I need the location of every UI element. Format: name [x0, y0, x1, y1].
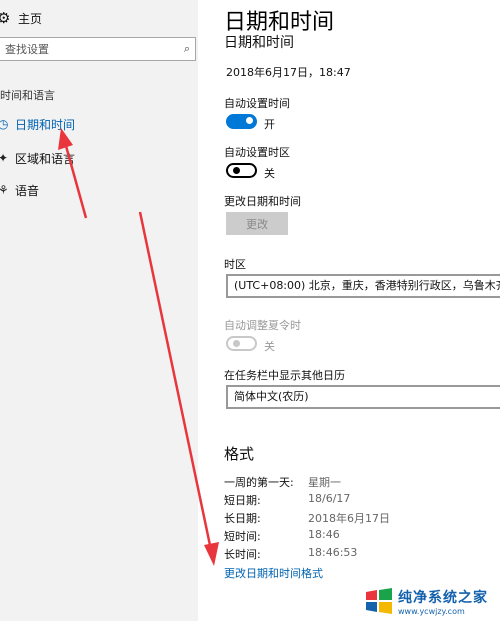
windows-logo-icon: [366, 588, 392, 614]
calendars-label: 在任务栏中显示其他日历: [224, 369, 345, 382]
watermark-logo: 纯净系统之家 www.ycwjzy.com: [364, 584, 498, 618]
search-box[interactable]: ⌕: [0, 37, 196, 61]
dst-state: 关: [264, 340, 275, 353]
format-value: 18:46:53: [308, 546, 358, 559]
main-content: 日期和时间 日期和时间 2018年6月17日，18:47 自动设置时间 开 自动…: [224, 0, 500, 621]
home-nav-item[interactable]: ⚙ 主页: [0, 6, 42, 30]
format-key: 一周的第一天:: [224, 476, 294, 489]
auto-zone-toggle[interactable]: [226, 163, 257, 178]
calendar-clock-icon: ◷: [0, 117, 9, 131]
timezone-select[interactable]: (UTC+08:00) 北京，重庆，香港特别行政区，乌鲁木齐: [226, 274, 500, 298]
format-value: 2018年6月17日: [308, 512, 390, 525]
change-format-link[interactable]: 更改日期和时间格式: [224, 565, 323, 581]
format-key: 短时间:: [224, 530, 261, 543]
sidebar-item-label: 语音: [15, 183, 40, 198]
toggle-knob: [233, 167, 240, 174]
format-key: 短日期:: [224, 494, 261, 507]
sidebar-item-date-time[interactable]: ◷ 日期和时间: [0, 112, 75, 136]
format-key: 长日期:: [224, 512, 261, 525]
globe-icon: ✦: [0, 151, 9, 165]
section-title: 日期和时间: [224, 35, 294, 51]
sidebar-item-label: 日期和时间: [15, 117, 76, 132]
format-key: 长时间:: [224, 548, 261, 561]
sidebar-item-speech[interactable]: ⚘ 语音: [0, 178, 39, 202]
microphone-icon: ⚘: [0, 183, 9, 197]
watermark-title: 纯净系统之家: [398, 589, 488, 606]
sidebar-item-label: 区域和语言: [15, 151, 76, 166]
sidebar-section-heading: 时间和语言: [0, 89, 55, 102]
format-heading: 格式: [224, 445, 255, 463]
format-row: 长日期: 2018年6月17日: [224, 510, 424, 526]
format-row: 一周的第一天: 星期一: [224, 474, 424, 490]
auto-time-label: 自动设置时间: [224, 97, 290, 110]
dst-toggle[interactable]: [226, 336, 257, 351]
current-date-time: 2018年6月17日，18:47: [226, 66, 351, 79]
auto-zone-state: 关: [264, 167, 275, 180]
format-value: 18:46: [308, 528, 340, 541]
format-row: 短时间: 18:46: [224, 528, 424, 544]
toggle-knob: [246, 117, 253, 124]
format-value: 18/6/17: [308, 492, 351, 505]
gear-icon: ⚙: [0, 9, 11, 27]
toggle-knob: [233, 340, 240, 347]
watermark-url: www.ycwjzy.com: [398, 606, 465, 616]
format-row: 长时间: 18:46:53: [224, 546, 424, 562]
home-label: 主页: [18, 11, 43, 26]
auto-time-state: 开: [264, 118, 275, 131]
format-value: 星期一: [308, 476, 341, 489]
dst-label: 自动调整夏令时: [224, 319, 301, 332]
sidebar-item-region-language[interactable]: ✦ 区域和语言: [0, 146, 75, 170]
calendar-select[interactable]: 简体中文(农历): [226, 385, 500, 409]
search-icon[interactable]: ⌕: [184, 42, 190, 56]
watermark-text: 纯净系统之家 www.ycwjzy.com: [398, 587, 488, 616]
change-button[interactable]: 更改: [226, 212, 288, 235]
timezone-label: 时区: [224, 258, 246, 271]
format-row: 短日期: 18/6/17: [224, 492, 424, 508]
search-input[interactable]: [0, 38, 167, 61]
auto-time-toggle[interactable]: [226, 114, 257, 129]
auto-zone-label: 自动设置时区: [224, 146, 290, 159]
sidebar: ⚙ 主页 ⌕ 时间和语言 ◷ 日期和时间 ✦ 区域和语言 ⚘ 语音: [0, 0, 198, 621]
change-datetime-label: 更改日期和时间: [224, 195, 301, 208]
